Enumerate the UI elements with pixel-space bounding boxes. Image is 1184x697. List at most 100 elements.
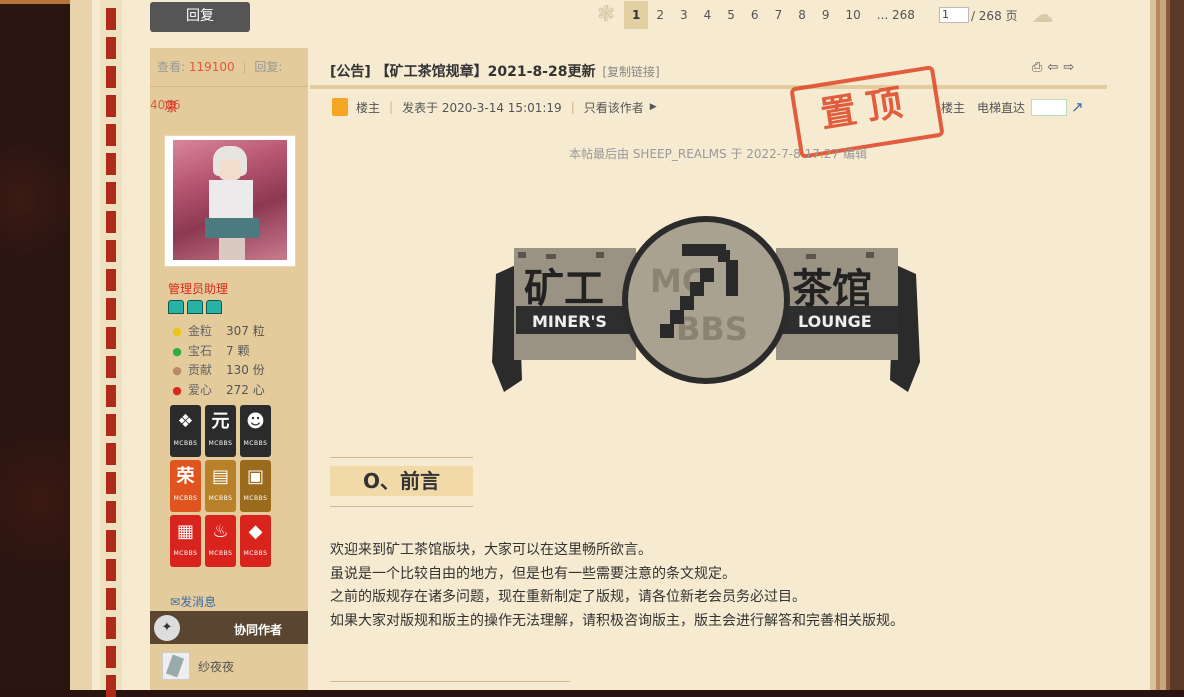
paragraph: 欢迎来到矿工茶馆版块，大家可以在这里畅所欲言。	[330, 542, 652, 558]
rail-bar	[106, 66, 116, 88]
medal-tag: MCBBS	[243, 440, 268, 447]
print-icon[interactable]: ⎙	[1032, 60, 1047, 75]
floor-jump-input[interactable]	[1031, 98, 1068, 116]
medal-tag: MCBBS	[208, 550, 233, 557]
avatar[interactable]	[164, 135, 296, 267]
logo-left-sub: MINER'S	[532, 312, 607, 331]
gem-icon: ●	[172, 344, 182, 358]
jump-label: 电梯直达	[977, 100, 1026, 115]
credit-row: ● 爱心 272 心	[170, 381, 300, 401]
credit-row: ● 贡献 130 份	[170, 361, 300, 381]
paragraph: 虽说是一个比较自由的地方，但是也有一些需要注意的条文规定。	[330, 565, 736, 582]
coauthor-avatar	[162, 652, 190, 680]
coauthor-name: 纱夜夜	[198, 659, 235, 674]
post-meta: 楼主 | 发表于 2020-3-14 15:01:19 | 只看该作者 ▶	[332, 97, 657, 117]
coauthor-icon: ✦	[154, 615, 180, 641]
only-author-link[interactable]: 只看该作者	[584, 99, 644, 116]
page-jump-input[interactable]: 1	[938, 7, 969, 23]
diamond-helmet-icon	[187, 300, 203, 314]
prev-thread-icon[interactable]: ⇦	[1047, 60, 1063, 75]
medal-glyph: ▤	[211, 466, 229, 487]
title-divider	[310, 85, 1107, 89]
poster-role: 楼主	[356, 100, 381, 115]
rail-bar	[106, 617, 116, 639]
credit-row: ● 宝石 7 颗	[170, 342, 300, 362]
thread-stats: 查看: 119100 | 回复: 4006	[150, 48, 308, 112]
page-link[interactable]: 4	[696, 8, 720, 22]
credit-value: 7 颗	[226, 343, 250, 358]
gold-nugget-icon: ●	[172, 325, 182, 338]
rail-bar	[106, 501, 116, 523]
rail-bar	[106, 8, 116, 30]
credit-label: 宝石	[188, 343, 213, 358]
page-link-current[interactable]: 1	[624, 1, 649, 29]
envelope-icon: ✉	[170, 595, 181, 609]
rail-bar	[106, 530, 116, 552]
medal-badge[interactable]: ▤ MCBBS	[205, 460, 236, 512]
page-link[interactable]: 6	[743, 8, 767, 22]
jump-go-icon[interactable]: ↗	[1071, 98, 1084, 116]
rail-bar	[106, 443, 116, 465]
medal-glyph: ☻	[246, 411, 265, 432]
page-link[interactable]: 5	[719, 8, 743, 22]
right-rail	[1150, 0, 1184, 690]
rail-bar	[106, 385, 116, 407]
paragraph: 如果大家对版规和版主的操作无法理解，请积极咨询版主，版主会进行解答和完善相关版规…	[330, 612, 904, 629]
medal-badge[interactable]: ▦ MCBBS	[170, 515, 201, 567]
medal-badge[interactable]: 元 MCBBS	[205, 405, 236, 457]
post-title-text: [公告] 【矿工茶馆规章】2021-8-28更新	[330, 64, 596, 80]
section-rule-next	[330, 681, 570, 682]
miners-lounge-logo: 矿工 MINER'S 茶馆 LOUNGE MC BBS	[492, 216, 920, 392]
credit-label: 金粒	[188, 324, 213, 338]
page-link[interactable]: 8	[790, 8, 814, 22]
medal-badge[interactable]: ❖ MCBBS	[170, 405, 201, 457]
posted-at: 发表于 2020-3-14 15:01:19	[402, 100, 562, 115]
page-link[interactable]: 10	[837, 8, 868, 22]
pagination: ❃ 1 2 3 4 5 6 7 8 9 10 ... 268 1 / 268 页…	[588, 1, 1054, 29]
rail-bar	[106, 182, 116, 204]
last-page-link[interactable]: ... 268	[869, 8, 923, 22]
avatar-image	[173, 140, 287, 260]
heart-apple-icon: ●	[172, 383, 182, 397]
logo-left-title: 矿工	[524, 266, 604, 312]
rail-bar	[106, 37, 116, 59]
rail-bar	[106, 153, 116, 175]
page-link[interactable]: 9	[814, 8, 838, 22]
logo-center-bottom: BBS	[676, 310, 748, 348]
reply-button[interactable]: 回复	[150, 2, 250, 32]
credit-label: 贡献	[188, 363, 213, 377]
medal-tag: MCBBS	[173, 495, 198, 502]
total-pages-label: / 268 页	[970, 8, 1018, 23]
credit-row: ● 金粒 307 粒	[170, 322, 300, 342]
medal-badge[interactable]: 荣 MCBBS	[170, 460, 201, 512]
medal-badge[interactable]: ◆ MCBBS	[240, 515, 271, 567]
logo-right-title: 茶馆	[792, 266, 872, 312]
rail-bar	[106, 675, 116, 697]
page-link[interactable]: 2	[648, 8, 672, 22]
coauthor-item[interactable]: 纱夜夜	[162, 651, 234, 681]
rail-bar	[106, 646, 116, 668]
diamond-helmet-icon	[206, 300, 222, 314]
rank-stars	[168, 300, 225, 318]
section-rule-bottom	[330, 506, 473, 507]
replies-label: 回复:	[254, 60, 283, 74]
page-link[interactable]: 3	[672, 8, 696, 22]
medal-badge[interactable]: ♨ MCBBS	[205, 515, 236, 567]
next-thread-icon[interactable]: ⇨	[1063, 60, 1079, 75]
section-heading: O、前言	[330, 466, 473, 496]
copy-link[interactable]: [复制链接]	[602, 65, 659, 79]
page-link[interactable]: 7	[767, 8, 791, 22]
send-message-link[interactable]: ✉发消息	[170, 593, 216, 610]
medal-badge[interactable]: ▣ MCBBS	[240, 460, 271, 512]
play-arrow-icon[interactable]: ▶	[650, 102, 657, 112]
rail-bar	[106, 124, 116, 146]
author-name[interactable]: 凛	[164, 96, 177, 115]
medal-badge[interactable]: ☻ MCBBS	[240, 405, 271, 457]
user-group[interactable]: 管理员助理	[168, 280, 228, 297]
rail-bar	[106, 211, 116, 233]
medal-tag: MCBBS	[243, 550, 268, 557]
contribution-icon: ●	[172, 364, 182, 377]
rail-bar	[106, 240, 116, 262]
paragraph: 之前的版规存在诸多问题，现在重新制定了版规，请各位新老会员务必过目。	[330, 589, 806, 605]
rail-bar	[106, 269, 116, 291]
